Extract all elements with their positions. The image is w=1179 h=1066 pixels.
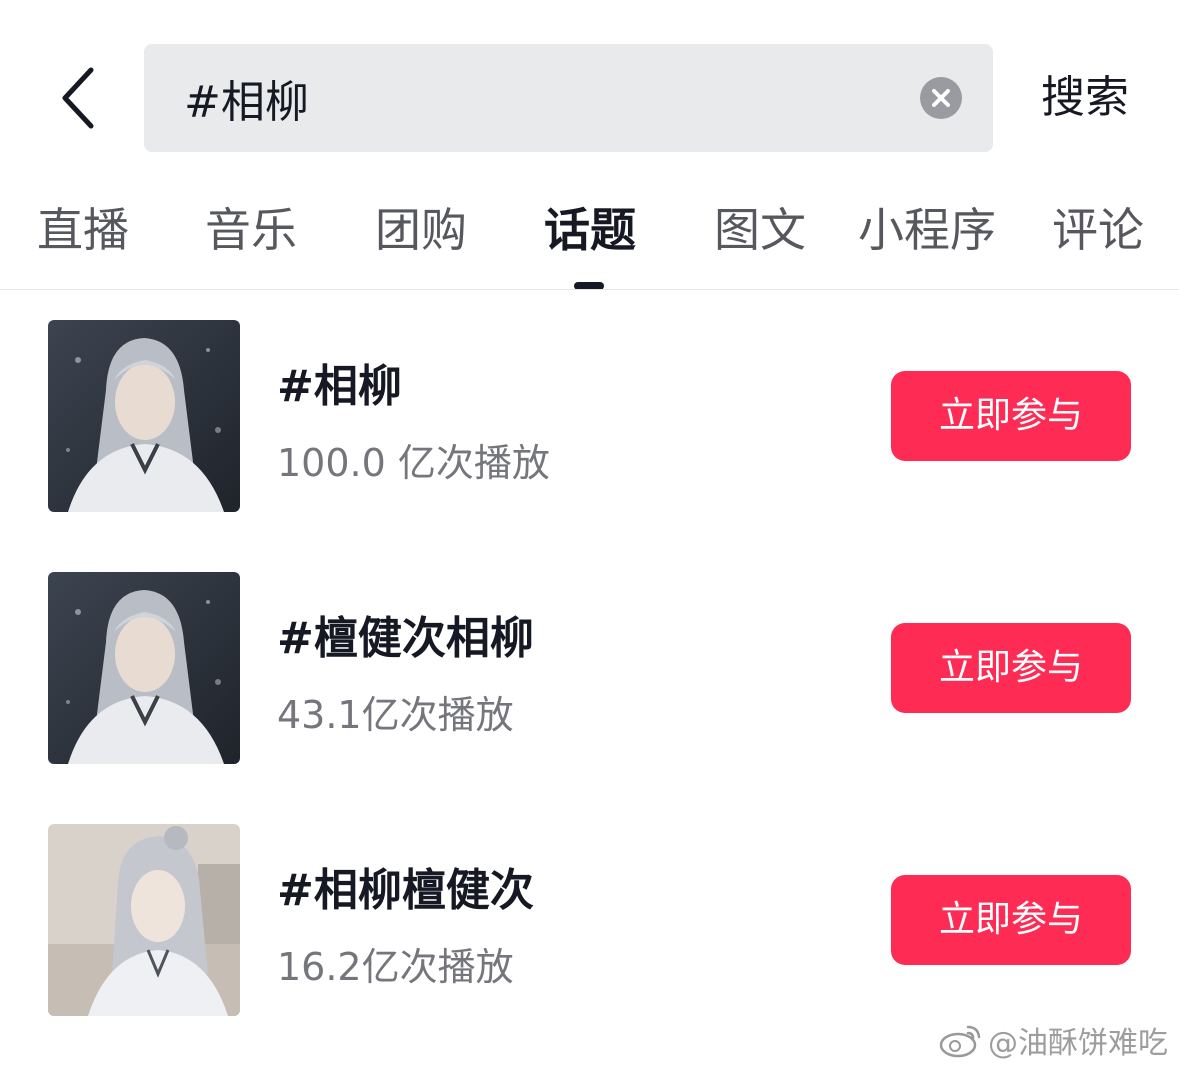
- join-button[interactable]: 立即参与: [891, 371, 1131, 461]
- topic-thumbnail: [48, 320, 240, 512]
- tab-image-text[interactable]: 图文: [714, 200, 806, 260]
- weibo-icon: [939, 1025, 981, 1058]
- search-bar: [144, 44, 993, 152]
- tab-group-buy[interactable]: 团购: [375, 200, 467, 260]
- tab-mini-programs[interactable]: 小程序: [858, 200, 996, 260]
- topic-title: #相柳: [277, 361, 402, 412]
- topic-play-count: 43.1亿次播放: [277, 693, 514, 737]
- tabs-divider: [0, 289, 1179, 290]
- list-item[interactable]: #檀健次相柳 43.1亿次播放 立即参与: [0, 572, 1179, 764]
- clear-icon: [920, 77, 962, 119]
- tab-topics[interactable]: 话题: [544, 200, 636, 260]
- clear-search-button[interactable]: [920, 77, 962, 119]
- category-tabs: 直播 音乐 团购 话题 图文 小程序 评论: [0, 180, 1179, 290]
- topic-title: #檀健次相柳: [277, 613, 534, 664]
- search-button[interactable]: 搜索: [1030, 68, 1140, 128]
- tab-music[interactable]: 音乐: [205, 200, 297, 260]
- topic-play-count: 16.2亿次播放: [277, 945, 514, 989]
- join-button[interactable]: 立即参与: [891, 875, 1131, 965]
- topic-thumbnail: [48, 572, 240, 764]
- back-button[interactable]: [44, 58, 114, 138]
- watermark-text: @油酥饼难吃: [988, 1026, 1168, 1061]
- list-item[interactable]: #相柳檀健次 16.2亿次播放 立即参与: [0, 824, 1179, 1016]
- search-input[interactable]: [184, 44, 904, 152]
- tab-comments[interactable]: 评论: [1052, 200, 1144, 260]
- topic-play-count: 100.0 亿次播放: [277, 441, 550, 485]
- watermark: @油酥饼难吃: [938, 1018, 1168, 1062]
- list-item[interactable]: #相柳 100.0 亿次播放 立即参与: [0, 320, 1179, 512]
- chevron-left-icon: [62, 67, 94, 129]
- topic-title: #相柳檀健次: [277, 865, 534, 916]
- tab-live[interactable]: 直播: [37, 200, 129, 260]
- topic-thumbnail: [48, 824, 240, 1016]
- join-button[interactable]: 立即参与: [891, 623, 1131, 713]
